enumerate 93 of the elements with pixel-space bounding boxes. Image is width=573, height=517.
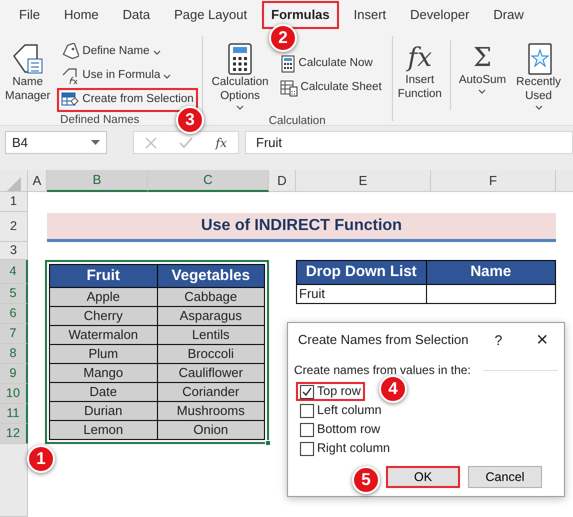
row-header[interactable]: 2	[0, 212, 28, 242]
table-cell: Cauliflower	[158, 364, 264, 382]
checkbox-label[interactable]: Left column	[317, 401, 382, 420]
checkbox[interactable]	[300, 422, 314, 436]
ribbon-button[interactable]: Define Name	[57, 40, 198, 64]
ribbon-button[interactable]: Calculation Options	[208, 40, 272, 113]
formula-input[interactable]: Fruit	[245, 131, 573, 154]
ribbon-tab[interactable]: Data	[114, 1, 160, 29]
checkbox[interactable]	[300, 384, 314, 398]
checkbox-option[interactable]: Bottom row	[296, 420, 384, 439]
table-tag-icon	[61, 92, 80, 108]
ribbon-button[interactable]: fx Insert Function	[394, 40, 445, 104]
ribbon-tab[interactable]: Developer	[401, 1, 478, 29]
table-cell: Cabbage	[158, 288, 264, 306]
ribbon-button[interactable]: Calculate Now	[276, 52, 386, 76]
column-header[interactable]: A	[28, 170, 47, 192]
checkbox-option[interactable]: Top row	[296, 382, 365, 401]
help-button[interactable]: ?	[494, 330, 502, 350]
table-cell: Durian	[50, 402, 156, 420]
column-header[interactable]: E	[296, 170, 431, 192]
table-cell: Date	[50, 383, 156, 401]
ribbon-tab[interactable]: Page Layout	[165, 1, 256, 29]
checkbox-label[interactable]: Right column	[317, 439, 390, 458]
table-cell: Broccoli	[158, 345, 264, 363]
caret-icon	[534, 104, 543, 111]
table-cell: Fruit	[297, 285, 426, 303]
column-heading: Fruit	[50, 265, 156, 287]
row-header[interactable]: 9	[0, 364, 28, 384]
table-cell: Coriander	[158, 383, 264, 401]
caret-icon	[91, 140, 100, 146]
ribbon-tab[interactable]: Insert	[344, 1, 396, 29]
caret-icon	[478, 88, 486, 95]
check-icon[interactable]	[179, 136, 194, 148]
checkbox-option[interactable]: Left column	[296, 401, 386, 420]
calculator-icon	[280, 55, 296, 73]
table-cell: Apple	[50, 288, 156, 306]
dialog-button[interactable]: OK	[386, 466, 460, 488]
close-button[interactable]: ×	[536, 325, 548, 355]
insert-function-button[interactable]: fx	[216, 134, 227, 152]
ribbon-tab[interactable]: Home	[54, 1, 108, 29]
row-header[interactable]: 8	[0, 344, 28, 364]
tag-icon	[61, 43, 80, 61]
table-cell: Onion	[158, 421, 264, 439]
table-cell: Cherry	[50, 307, 156, 325]
row-header[interactable]: 7	[0, 324, 28, 344]
column-heading: Drop Down List	[297, 261, 426, 284]
dialog-title: Create Names from Selection	[298, 331, 469, 350]
checkbox[interactable]	[300, 404, 314, 418]
ribbon-button[interactable]: Calculate Sheet	[276, 76, 386, 100]
row-header[interactable]: 4	[0, 260, 28, 284]
column-heading: Vegetables	[158, 265, 264, 287]
column-header[interactable]: B	[47, 170, 148, 192]
row-header[interactable]: 1	[0, 192, 28, 212]
caret-icon	[152, 48, 161, 56]
row-header[interactable]: 5	[0, 284, 28, 304]
caret-icon	[163, 72, 172, 80]
tag-icon	[61, 67, 80, 85]
table-cell: Lentils	[158, 326, 264, 344]
table-cell: Mango	[50, 364, 156, 382]
ribbon-button[interactable]: Σ AutoSum	[456, 40, 510, 97]
table-cell: Lemon	[50, 421, 156, 439]
table-cell: Asparagus	[158, 307, 264, 325]
checkbox-label[interactable]: Bottom row	[317, 420, 380, 439]
checkbox-option[interactable]: Right column	[296, 439, 394, 458]
ribbon-button[interactable]: Name Manager	[2, 40, 54, 106]
checkbox[interactable]	[300, 442, 314, 456]
row-header[interactable]: 11	[0, 404, 28, 424]
ribbon-button[interactable]: Recently Used	[513, 40, 564, 113]
table-cell: Plum	[50, 345, 156, 363]
checkbox-label[interactable]: Top row	[317, 382, 361, 401]
step-marker: 1	[27, 445, 55, 473]
name-box[interactable]: B4	[5, 131, 107, 154]
row-header[interactable]: 12	[0, 424, 28, 444]
ribbon-tab[interactable]: File	[10, 1, 49, 29]
table-cell: Mushrooms	[158, 402, 264, 420]
row-header[interactable]: 3	[0, 242, 28, 260]
sheet-calculator-icon	[280, 79, 298, 97]
ribbon-button[interactable]: Use in Formula	[57, 64, 198, 88]
caret-icon	[236, 104, 244, 111]
column-heading: Name	[426, 261, 555, 284]
column-header[interactable]: D	[269, 170, 296, 192]
fill-handle[interactable]	[265, 440, 271, 446]
table-cell: Watermalon	[50, 326, 156, 344]
group-label: Defined Names	[60, 113, 140, 128]
group-label: Calculation	[268, 114, 326, 129]
row-header[interactable]: 6	[0, 304, 28, 324]
sheet-title: Use of INDIRECT Function	[47, 213, 556, 242]
column-header[interactable]: C	[148, 170, 269, 192]
tag-icon	[10, 42, 45, 76]
ribbon-tab[interactable]: Draw	[484, 1, 533, 29]
dialog-button[interactable]: Cancel	[468, 466, 542, 488]
row-header[interactable]: 10	[0, 384, 28, 404]
column-header[interactable]: F	[431, 170, 556, 192]
